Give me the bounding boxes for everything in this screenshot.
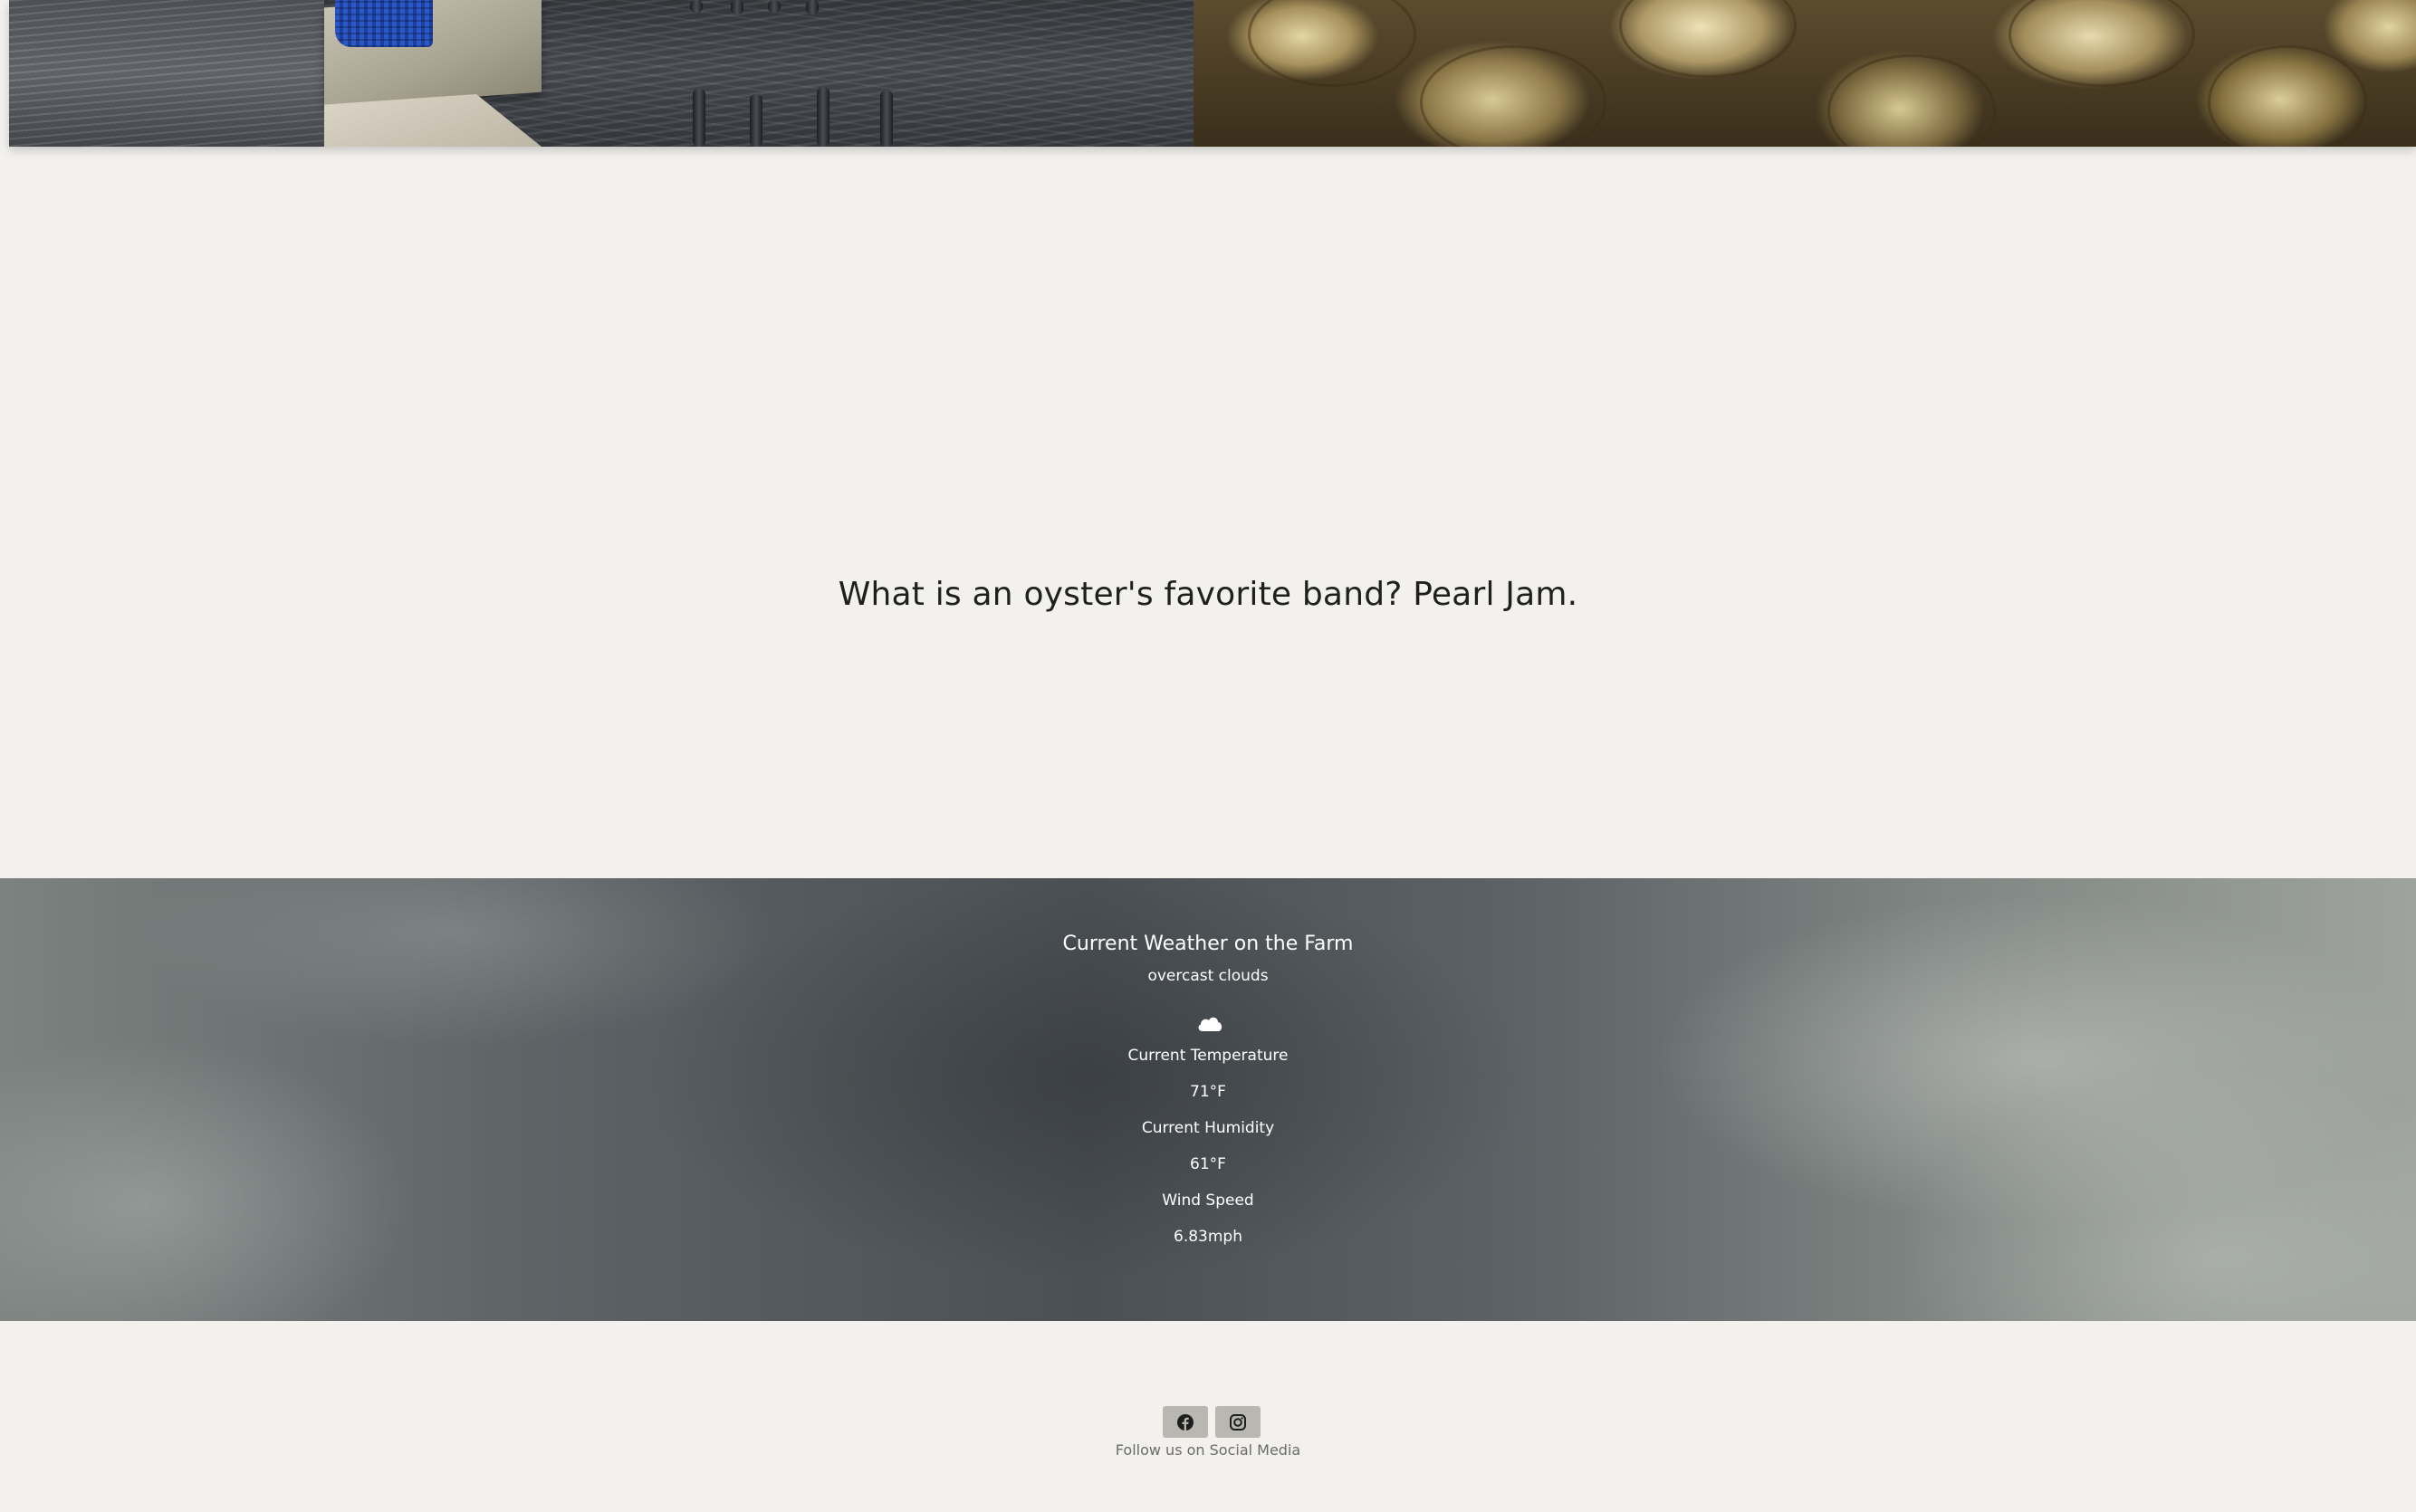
facebook-button[interactable] xyxy=(1163,1406,1208,1438)
oyster-shell xyxy=(2208,45,2367,147)
float-post xyxy=(693,89,705,147)
oyster-shell xyxy=(1248,0,1416,87)
oyster-shell xyxy=(1827,54,1996,147)
weather-description: overcast clouds xyxy=(1147,967,1269,985)
blue-basket xyxy=(335,0,433,47)
float-post xyxy=(806,0,819,14)
float-post xyxy=(817,87,829,147)
oyster-shell xyxy=(2009,0,2195,87)
float-post xyxy=(750,94,762,147)
float-post xyxy=(768,0,781,13)
float-post xyxy=(731,0,743,14)
cloud-icon xyxy=(1198,1017,1222,1031)
page: What is an oyster's favorite band? Pearl… xyxy=(0,0,2416,1512)
oyster-shell xyxy=(1619,0,1797,78)
wind-speed-label: Wind Speed xyxy=(1162,1191,1254,1210)
temperature-label: Current Temperature xyxy=(1127,1047,1289,1065)
float-post xyxy=(880,91,893,147)
oyster-joke: What is an oyster's favorite band? Pearl… xyxy=(838,576,1578,613)
farm-water-photo xyxy=(9,0,1194,147)
weather-section: Current Weather on the Farm overcast clo… xyxy=(0,878,2416,1321)
social-links xyxy=(1163,1406,1261,1438)
follow-us-text: Follow us on Social Media xyxy=(1115,1441,1301,1459)
oysters-photo xyxy=(1194,0,2416,147)
facebook-icon xyxy=(1177,1413,1194,1431)
weather-title: Current Weather on the Farm xyxy=(1062,933,1354,955)
oyster-shell xyxy=(1420,45,1606,147)
water-photo-left xyxy=(9,0,324,147)
float-post xyxy=(690,0,703,13)
instagram-icon xyxy=(1230,1413,1246,1431)
instagram-button[interactable] xyxy=(1215,1406,1261,1438)
humidity-label: Current Humidity xyxy=(1141,1119,1275,1137)
humidity-value: 61°F xyxy=(1190,1155,1226,1173)
wind-speed-value: 6.83mph xyxy=(1174,1228,1242,1246)
hero-photo-strip xyxy=(9,0,2416,147)
temperature-value: 71°F xyxy=(1190,1083,1226,1101)
